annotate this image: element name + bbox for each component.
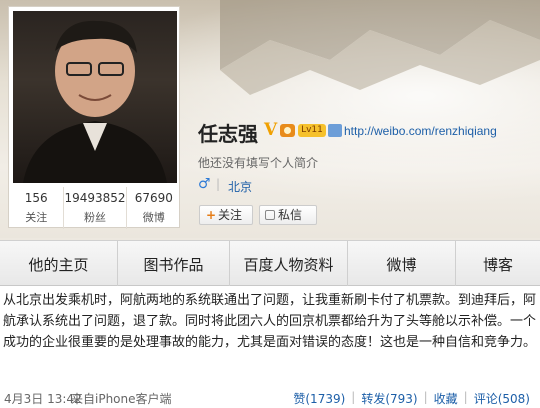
- post-source[interactable]: 来自iPhone客户端: [71, 390, 172, 407]
- tab-baidu-profile[interactable]: 百度人物资料: [230, 241, 348, 287]
- stat-posts[interactable]: 67690 微博: [127, 187, 181, 229]
- avatar-portrait: [23, 20, 167, 183]
- stat-label: 关注: [25, 211, 48, 224]
- favorite-button[interactable]: 收藏: [428, 390, 464, 407]
- tab-weibo[interactable]: 微博: [348, 241, 456, 287]
- stat-label: 微博: [142, 211, 165, 224]
- profile-city[interactable]: 北京: [228, 178, 252, 195]
- divider: |: [216, 177, 221, 191]
- tab-home[interactable]: 他的主页: [0, 241, 118, 287]
- post-meta: 4月3日 13:42 来自iPhone客户端 赞(1739) | 转发(793)…: [3, 387, 537, 407]
- stat-value: 156: [24, 191, 48, 205]
- stat-value: 67690: [134, 191, 173, 205]
- link-icon: [328, 124, 342, 137]
- stat-label: 粉丝: [84, 211, 106, 224]
- stat-following[interactable]: 156 关注: [9, 187, 65, 229]
- repost-button[interactable]: 转发(793): [355, 390, 423, 407]
- envelope-icon: [265, 210, 275, 220]
- profile-intro: 他还没有填写个人简介: [198, 156, 319, 170]
- message-button[interactable]: 私信: [259, 205, 317, 225]
- male-icon: ♂: [198, 176, 211, 192]
- follow-label: 关注: [218, 208, 243, 222]
- profile-tabs: 他的主页 图书作品 百度人物资料 微博 博客: [0, 240, 540, 287]
- level-badge[interactable]: Lv11: [298, 124, 326, 137]
- like-button[interactable]: 赞(1739): [287, 390, 351, 407]
- profile-stats: 156 关注 19493852 粉丝 67690 微博: [9, 187, 181, 229]
- comment-button[interactable]: 评论(508): [468, 390, 536, 407]
- tab-blog[interactable]: 博客: [456, 241, 540, 287]
- verified-icon[interactable]: V: [264, 120, 277, 140]
- stat-value: 19493852: [64, 191, 126, 205]
- plus-icon: +: [206, 208, 217, 222]
- medal-icon[interactable]: [280, 124, 295, 137]
- post-actions: 赞(1739) | 转发(793) | 收藏 | 评论(508): [287, 390, 536, 407]
- follow-button[interactable]: + 关注: [199, 205, 253, 225]
- rooftop-decoration: [220, 0, 540, 95]
- avatar[interactable]: [13, 11, 177, 183]
- profile-url[interactable]: http://weibo.com/renzhiqiang: [344, 124, 497, 138]
- tab-books[interactable]: 图书作品: [118, 241, 230, 287]
- post-text: 从北京出发乘机时，阿航两地的系统联通出了问题，让我重新刷卡付了机票款。到迪拜后，…: [3, 293, 537, 350]
- profile-card: 156 关注 19493852 粉丝 67690 微博: [8, 6, 181, 229]
- weibo-post: 从北京出发乘机时，阿航两地的系统联通出了问题，让我重新刷卡付了机票款。到迪拜后，…: [0, 286, 540, 408]
- profile-name: 任志强: [198, 122, 258, 146]
- stat-followers[interactable]: 19493852 粉丝: [64, 187, 127, 229]
- message-label: 私信: [278, 208, 303, 222]
